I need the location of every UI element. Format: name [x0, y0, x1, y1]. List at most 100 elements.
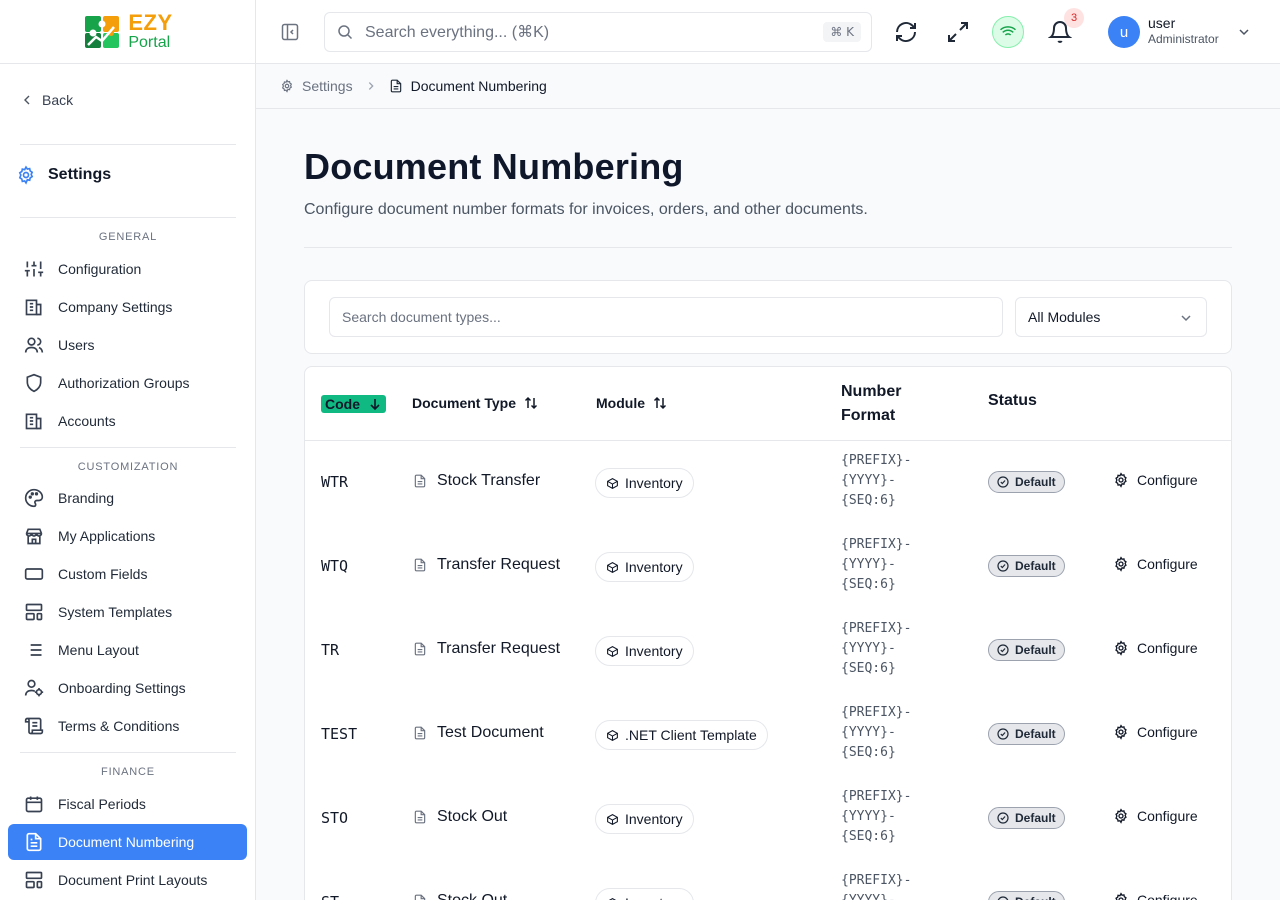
user-menu[interactable]: user Administrator — [1148, 15, 1219, 46]
configure-button[interactable]: Configure — [1113, 556, 1198, 572]
fullscreen-icon[interactable] — [946, 20, 970, 44]
column-header-code[interactable]: Code — [321, 395, 386, 413]
configure-label: Configure — [1137, 724, 1198, 740]
module-label: Inventory — [625, 811, 683, 827]
status-badge: Default — [988, 723, 1065, 745]
number-format-line: {PREFIX}- — [841, 873, 912, 888]
file-text-icon — [414, 642, 426, 656]
table-row: ST Stock Out Inventory {PREFIX}- {YYYY}-… — [305, 861, 1231, 900]
status-badge: Default — [988, 639, 1065, 661]
configure-label: Configure — [1137, 808, 1198, 824]
package-icon — [607, 813, 618, 825]
user-role: Administrator — [1148, 31, 1219, 46]
number-format-line: {YYYY}- — [841, 891, 911, 900]
check-circle-icon — [997, 476, 1009, 488]
input-field-icon — [24, 568, 44, 580]
search-shortcut: ⌘ K — [823, 22, 861, 42]
sidebar-item-custom-fields[interactable]: Custom Fields — [8, 556, 247, 592]
sidebar-item-onboarding-settings[interactable]: Onboarding Settings — [8, 670, 247, 706]
sidebar-item-branding[interactable]: Branding — [8, 480, 247, 516]
gear-icon — [1115, 892, 1127, 900]
connection-status[interactable] — [992, 16, 1024, 48]
sidebar-item-configuration[interactable]: Configuration — [8, 251, 247, 287]
sidebar-item-terms-conditions[interactable]: Terms & Conditions — [8, 708, 247, 744]
configure-button[interactable]: Configure — [1113, 892, 1198, 900]
arrow-down-icon — [370, 399, 380, 411]
file-text-icon — [414, 810, 426, 824]
number-format: {PREFIX}- {YYYY}- {SEQ:6} — [841, 871, 911, 900]
users-icon — [24, 337, 44, 353]
sidebar-item-system-templates[interactable]: System Templates — [8, 594, 247, 630]
puzzle-logo-icon — [85, 15, 120, 48]
sidebar-item-fiscal-periods[interactable]: Fiscal Periods — [8, 786, 247, 822]
search-placeholder: Search everything... (⌘K) — [365, 24, 550, 41]
divider — [20, 447, 236, 448]
sidebar-item-label: Authorization Groups — [58, 375, 190, 391]
sidebar-item-document-print-layouts[interactable]: Document Print Layouts — [8, 862, 247, 898]
configure-button[interactable]: Configure — [1113, 724, 1198, 740]
scroll-icon — [24, 717, 44, 735]
number-format-line: {SEQ:6} — [841, 577, 896, 592]
status-badge: Default — [988, 555, 1065, 577]
column-header-document-type[interactable]: Document Type — [412, 395, 538, 411]
file-text-icon — [414, 726, 426, 740]
number-format: {PREFIX}- {YYYY}- {SEQ:6} — [841, 451, 911, 511]
sidebar-item-authorization-groups[interactable]: Authorization Groups — [8, 365, 247, 401]
sidebar-item-document-numbering[interactable]: Document Numbering — [8, 824, 247, 860]
number-format-line: {YYYY}- — [841, 725, 896, 740]
file-text-icon — [414, 894, 426, 900]
back-link[interactable]: Back — [22, 92, 73, 108]
column-header-module[interactable]: Module — [596, 395, 667, 411]
status-badge: Default — [988, 807, 1065, 829]
configure-button[interactable]: Configure — [1113, 640, 1198, 656]
column-header-number-format: Number Format — [841, 380, 901, 428]
sidebar-item-accounts[interactable]: Accounts — [8, 403, 247, 439]
number-format-line: {PREFIX}- — [841, 705, 912, 720]
chevron-down-icon[interactable] — [1238, 26, 1250, 38]
sidebar-item-menu-layout[interactable]: Menu Layout — [8, 632, 247, 668]
number-format-line: {YYYY}- — [841, 473, 896, 488]
page-description: Configure document number formats for in… — [304, 201, 868, 218]
sidebar-item-company-settings[interactable]: Company Settings — [8, 289, 247, 325]
breadcrumb: Settings Document Numbering — [256, 64, 1280, 109]
breadcrumb-settings-link[interactable]: Settings — [302, 78, 353, 94]
notification-count-badge: 3 — [1064, 8, 1084, 28]
divider — [20, 217, 236, 218]
layout-template-icon — [25, 871, 43, 889]
table-row: WTQ Transfer Request Inventory {PREFIX}-… — [305, 525, 1231, 609]
sidebar-item-label: Accounts — [58, 413, 116, 429]
module-pill: Inventory — [595, 636, 694, 666]
configure-button[interactable]: Configure — [1113, 472, 1198, 488]
sort-icon — [653, 396, 667, 410]
package-icon — [608, 897, 617, 900]
configure-label: Configure — [1137, 556, 1198, 572]
sidebar-item-users[interactable]: Users — [8, 327, 247, 363]
gear-icon — [1115, 808, 1127, 824]
column-header-label: Format — [841, 407, 896, 424]
sidebar-toggle-icon[interactable] — [280, 22, 300, 42]
global-search-input[interactable]: Search everything... (⌘K) ⌘ K — [324, 12, 872, 52]
filter-bar: Search document types... All Modules — [304, 280, 1232, 354]
sidebar-item-label: Terms & Conditions — [58, 718, 180, 734]
configure-button[interactable]: Configure — [1113, 808, 1198, 824]
refresh-icon[interactable] — [894, 20, 918, 44]
number-format-line: {YYYY}- — [841, 809, 896, 824]
sidebar-item-label: Document Print Layouts — [58, 872, 208, 888]
chevron-right-icon — [368, 82, 374, 90]
number-format-line: {SEQ:6} — [841, 745, 896, 760]
check-circle-icon — [997, 812, 1009, 824]
status-label: Default — [1015, 811, 1056, 825]
table-row: TR Transfer Request Inventory {PREFIX}- … — [305, 609, 1231, 693]
search-icon — [338, 25, 353, 40]
palette-icon — [24, 488, 44, 508]
avatar[interactable]: u — [1108, 16, 1140, 48]
document-type-search-input[interactable]: Search document types... — [329, 297, 1003, 337]
number-format-line: {YYYY}- — [841, 557, 896, 572]
divider — [304, 247, 1232, 248]
app-logo[interactable]: EZY Portal — [82, 12, 172, 51]
document-code: TR — [321, 641, 340, 659]
module-filter-select[interactable]: All Modules — [1015, 297, 1207, 337]
user-name: user — [1148, 15, 1176, 31]
wifi-icon — [1000, 26, 1016, 39]
sidebar-item-my-applications[interactable]: My Applications — [8, 518, 247, 554]
